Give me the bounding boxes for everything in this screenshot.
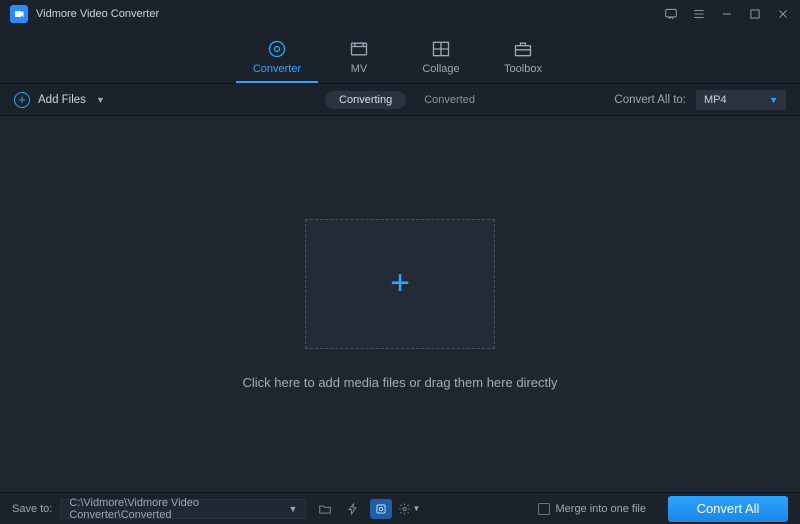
chevron-down-icon: ▼: [288, 504, 297, 514]
tab-converter[interactable]: Converter: [236, 39, 318, 83]
convert-all-to-group: Convert All to: MP4 ▼: [614, 90, 786, 110]
toolbar: + Add Files ▼ Converting Converted Conve…: [0, 84, 800, 116]
lightning-button[interactable]: [342, 499, 364, 519]
plus-icon: +: [390, 264, 410, 303]
add-files-label: Add Files: [38, 94, 86, 106]
segment-converted[interactable]: Converted: [424, 94, 475, 106]
convert-all-button[interactable]: Convert All: [668, 496, 788, 522]
tab-collage[interactable]: Collage: [400, 39, 482, 83]
maximize-icon[interactable]: [748, 7, 762, 21]
output-format-dropdown[interactable]: MP4 ▼: [696, 90, 786, 110]
window-controls: [664, 7, 790, 21]
tab-label: Toolbox: [504, 63, 542, 75]
title-bar: Vidmore Video Converter: [0, 0, 800, 28]
add-files-button[interactable]: + Add Files ▼: [14, 92, 105, 108]
menu-icon[interactable]: [692, 7, 706, 21]
plus-circle-icon: +: [14, 92, 30, 108]
dropzone[interactable]: +: [305, 219, 495, 349]
merge-label: Merge into one file: [556, 503, 647, 515]
chevron-down-icon: ▼: [769, 95, 778, 105]
top-nav: Converter MV Collage Toolbox: [0, 28, 800, 84]
chevron-down-icon: ▼: [412, 504, 420, 513]
status-segmented: Converting Converted: [325, 91, 475, 109]
tab-mv[interactable]: MV: [318, 39, 400, 83]
chevron-down-icon: ▼: [96, 95, 105, 105]
tab-label: Converter: [253, 63, 301, 75]
footer: Save to: C:\Vidmore\Vidmore Video Conver…: [0, 492, 800, 524]
minimize-icon[interactable]: [720, 7, 734, 21]
save-to-label: Save to:: [12, 503, 52, 515]
checkbox-icon: [538, 503, 550, 515]
save-path-value: C:\Vidmore\Vidmore Video Converter\Conve…: [69, 497, 286, 521]
app-logo: [10, 5, 28, 23]
save-path-dropdown[interactable]: C:\Vidmore\Vidmore Video Converter\Conve…: [60, 499, 306, 519]
segment-converting[interactable]: Converting: [325, 91, 406, 109]
merge-checkbox[interactable]: Merge into one file: [538, 503, 647, 515]
open-folder-button[interactable]: [314, 499, 336, 519]
app-title: Vidmore Video Converter: [36, 8, 159, 20]
footer-icons: ▼: [314, 499, 420, 519]
output-format-value: MP4: [704, 94, 727, 106]
convert-all-to-label: Convert All to:: [614, 94, 686, 106]
close-icon[interactable]: [776, 7, 790, 21]
gpu-accel-button[interactable]: [370, 499, 392, 519]
feedback-icon[interactable]: [664, 7, 678, 21]
tab-label: MV: [351, 63, 368, 75]
main-area: + Click here to add media files or drag …: [0, 116, 800, 492]
convert-all-button-label: Convert All: [697, 501, 760, 516]
tab-label: Collage: [422, 63, 459, 75]
dropzone-hint: Click here to add media files or drag th…: [242, 375, 557, 390]
settings-button[interactable]: ▼: [398, 499, 420, 519]
tab-toolbox[interactable]: Toolbox: [482, 39, 564, 83]
